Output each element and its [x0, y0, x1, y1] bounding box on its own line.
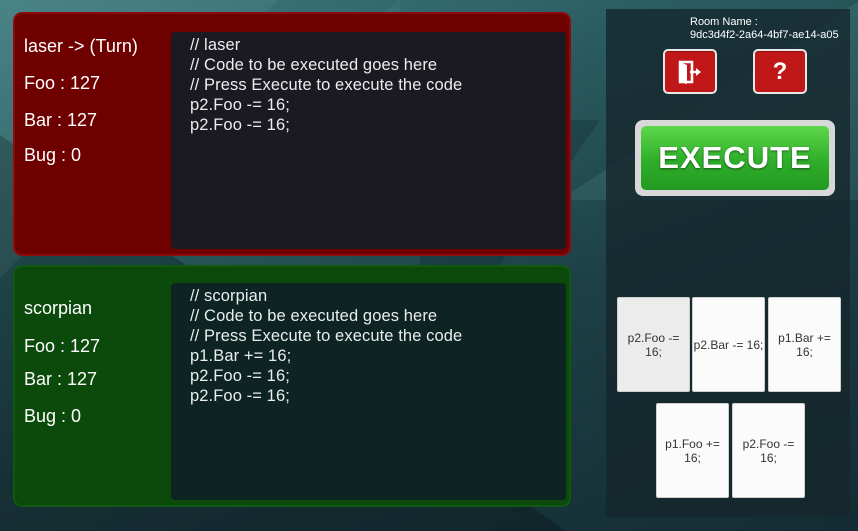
player2-foo: Foo : 127 — [24, 336, 101, 356]
player1-foo: Foo : 127 — [24, 73, 101, 93]
code-line: // laser — [190, 36, 241, 54]
help-label: ? — [772, 57, 788, 85]
room-name-label: Room Name : — [690, 16, 758, 28]
player2-code-editor[interactable]: // scorpian // Code to be executed goes … — [171, 283, 566, 500]
execute-button[interactable]: EXECUTE — [635, 120, 835, 196]
player1-code-editor[interactable]: // laser // Code to be executed goes her… — [171, 32, 566, 249]
code-line: // Press Execute to execute the code — [190, 327, 463, 345]
player2-name: scorpian — [24, 298, 93, 318]
exit-door-icon — [678, 60, 701, 84]
code-card[interactable]: p2.Foo -= 16; — [617, 297, 690, 392]
execute-label: EXECUTE — [641, 126, 829, 190]
help-button[interactable]: ? — [753, 49, 807, 94]
player1-bug: Bug : 0 — [24, 145, 82, 165]
code-line: // Code to be executed goes here — [190, 307, 438, 325]
code-line: p2.Foo -= 16; — [190, 387, 290, 405]
code-line: // scorpian — [190, 287, 268, 305]
code-line: // Code to be executed goes here — [190, 56, 438, 74]
room-id: 9dc3d4f2-2a64-4bf7-ae14-a05 — [690, 29, 839, 41]
player2-bar: Bar : 127 — [24, 369, 98, 389]
code-line: // Press Execute to execute the code — [190, 76, 463, 94]
code-line: p2.Foo -= 16; — [190, 96, 290, 114]
player1-bar: Bar : 127 — [24, 110, 98, 130]
code-line: p2.Foo -= 16; — [190, 116, 290, 134]
code-card[interactable]: p2.Bar -= 16; — [692, 297, 765, 392]
code-line: p2.Foo -= 16; — [190, 367, 290, 385]
exit-button[interactable] — [663, 49, 717, 94]
player2-bug: Bug : 0 — [24, 406, 82, 426]
code-line: p1.Bar += 16; — [190, 347, 292, 365]
code-card[interactable]: p1.Foo += 16; — [656, 403, 729, 498]
code-card[interactable]: p1.Bar += 16; — [768, 297, 841, 392]
code-card[interactable]: p2.Foo -= 16; — [732, 403, 805, 498]
player1-name: laser -> (Turn) — [24, 36, 138, 56]
player1-panel: laser -> (Turn) Foo : 127 Bar : 127 Bug … — [13, 12, 571, 256]
side-panel: Room Name : 9dc3d4f2-2a64-4bf7-ae14-a05 … — [606, 9, 850, 517]
player2-panel: scorpian Foo : 127 Bar : 127 Bug : 0 // … — [13, 265, 571, 507]
room-info: Room Name : 9dc3d4f2-2a64-4bf7-ae14-a05 — [690, 16, 839, 42]
